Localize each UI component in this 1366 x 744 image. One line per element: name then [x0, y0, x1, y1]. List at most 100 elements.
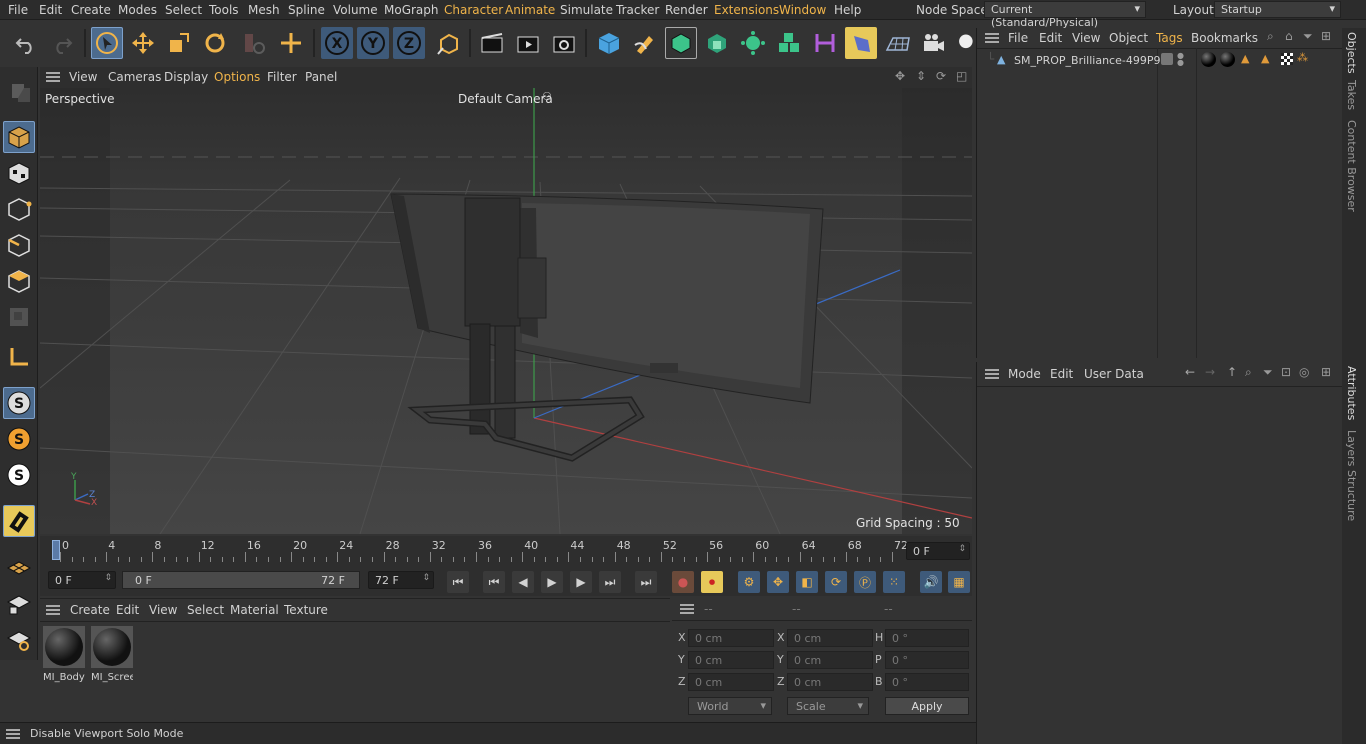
key-parameter-button[interactable]: Ⓟ [854, 571, 876, 593]
hamburger-icon[interactable] [680, 604, 694, 614]
menu-window[interactable]: Window [779, 3, 826, 17]
mograph-cloner-button[interactable] [737, 27, 769, 59]
vp-menu-options[interactable]: Options [214, 70, 260, 84]
node-space-dropdown[interactable]: Current (Standard/Physical) ▾ [984, 1, 1146, 29]
hamburger-icon[interactable] [985, 369, 999, 379]
attr-menu-edit[interactable]: Edit [1050, 367, 1073, 381]
vp-menu-filter[interactable]: Filter [267, 70, 297, 84]
size-x-field[interactable]: 0 cm [787, 629, 873, 647]
zoom-view-icon[interactable]: ⇕ [916, 69, 926, 83]
forward-arrow-icon[interactable]: → [1205, 365, 1215, 379]
size-y-field[interactable]: 0 cm [787, 651, 873, 669]
frame-field[interactable]: 0 F ⇕ [906, 542, 970, 560]
spinner-icon[interactable]: ⇕ [422, 573, 430, 583]
deformer-button[interactable] [809, 27, 841, 59]
obj-menu-view[interactable]: View [1072, 31, 1100, 45]
material-swatch[interactable]: MI_Body [43, 626, 85, 684]
workplane-button[interactable] [3, 341, 35, 373]
make-editable-button[interactable] [3, 75, 35, 107]
vp-menu-panel[interactable]: Panel [305, 70, 337, 84]
pen-button[interactable] [629, 27, 661, 59]
coordinate-system-button[interactable] [432, 27, 464, 59]
texture-mode-button[interactable] [3, 157, 35, 189]
hamburger-icon[interactable] [985, 33, 999, 43]
y-axis-lock-button[interactable]: Y [357, 27, 389, 59]
planar-workplane-button[interactable] [3, 623, 35, 655]
previous-key-button[interactable]: ⏮ [483, 571, 505, 593]
back-arrow-icon[interactable]: ← [1185, 365, 1195, 379]
z-axis-lock-button[interactable]: Z [393, 27, 425, 59]
next-key-button[interactable]: ⏭ [599, 571, 621, 593]
home-icon[interactable]: ⌂ [1285, 29, 1293, 43]
menu-simulate[interactable]: Simulate [560, 3, 613, 17]
filter-icon[interactable]: ⏷ [1303, 29, 1313, 44]
x-axis-lock-button[interactable]: X [321, 27, 353, 59]
menu-character[interactable]: Character [444, 3, 503, 17]
sound-button[interactable]: 🔊 [920, 571, 942, 593]
solo-single-button[interactable]: S [3, 423, 35, 455]
size-z-field[interactable]: 0 cm [787, 673, 873, 691]
coord-mode-dropdown[interactable]: World ▾ [688, 697, 772, 715]
solo-off-button[interactable]: S [3, 387, 35, 419]
visibility-dots-icon[interactable]: ● ● [1177, 52, 1184, 67]
obj-menu-object[interactable]: Object [1109, 31, 1148, 45]
menu-extensions[interactable]: Extensions [714, 3, 779, 17]
lock-icon[interactable]: ⊡ [1281, 365, 1291, 379]
material-swatch[interactable]: MI_Scree [91, 626, 133, 684]
hamburger-icon[interactable] [46, 72, 60, 82]
next-frame-button[interactable]: ▶ [570, 571, 592, 593]
model-mode-button[interactable] [3, 121, 35, 153]
edges-mode-button[interactable] [3, 229, 35, 261]
hamburger-icon[interactable] [46, 605, 60, 615]
obj-menu-file[interactable]: File [1008, 31, 1028, 45]
vp-menu-view[interactable]: View [69, 70, 97, 84]
mat-menu-view[interactable]: View [149, 603, 177, 617]
menu-volume[interactable]: Volume [333, 3, 378, 17]
transform-tool-button[interactable] [275, 27, 307, 59]
attr-menu-user-data[interactable]: User Data [1084, 367, 1144, 381]
frame-range-slider[interactable]: 0 F 72 F [122, 571, 360, 589]
mat-menu-edit[interactable]: Edit [116, 603, 139, 617]
menu-spline[interactable]: Spline [288, 3, 325, 17]
menu-tools[interactable]: Tools [209, 3, 239, 17]
key-position-button[interactable]: ✥ [767, 571, 789, 593]
spinner-icon[interactable]: ⇕ [104, 573, 112, 583]
new-panel-icon[interactable]: ⊞ [1321, 29, 1331, 43]
points-mode-button[interactable] [3, 193, 35, 225]
obj-menu-tags[interactable]: Tags [1156, 31, 1183, 45]
phong-tag-icon[interactable]: ▲ [1241, 52, 1249, 65]
rotate-tool-button[interactable] [199, 27, 231, 59]
object-row[interactable]: └ ▲ SM_PROP_Brilliance-499P9H ● ● ▲ ▲ ⁂ [979, 51, 1341, 70]
previous-frame-button[interactable]: ◀ [512, 571, 534, 593]
solo-hierarchy-button[interactable]: S [3, 459, 35, 491]
search-icon[interactable]: ⌕ [1267, 29, 1274, 44]
pos-z-field[interactable]: 0 cm [688, 673, 774, 691]
hamburger-icon[interactable] [6, 729, 20, 739]
select-tool-button[interactable] [91, 27, 123, 59]
spinner-icon[interactable]: ⇕ [958, 544, 966, 554]
tab-attributes[interactable]: Attributes [1345, 366, 1358, 420]
extrude-button[interactable] [701, 27, 733, 59]
pan-view-icon[interactable]: ✥ [895, 69, 905, 83]
vp-menu-display[interactable]: Display [164, 70, 208, 84]
end-frame-field[interactable]: 72 F ⇕ [368, 571, 434, 589]
uv-mode-button[interactable] [3, 301, 35, 333]
film-button[interactable]: ▦ [948, 571, 970, 593]
key-scale-button[interactable]: ◧ [796, 571, 818, 593]
floor-button[interactable] [882, 27, 914, 59]
timeline-ruler[interactable]: 0 4 8 12 16 20 24 28 32 36 40 44 48 52 56 60 64 68 72 0 F ⇕ [40, 536, 972, 566]
menu-select[interactable]: Select [165, 3, 202, 17]
polygons-mode-button[interactable] [3, 265, 35, 297]
layer-icon[interactable] [1161, 53, 1173, 65]
scale-tool-button[interactable] [163, 27, 195, 59]
undo-button[interactable] [10, 27, 42, 59]
apply-button[interactable]: Apply [885, 697, 969, 715]
vp-menu-cameras[interactable]: Cameras [108, 70, 161, 84]
workplane-grid-button[interactable] [3, 551, 35, 583]
go-to-end-button[interactable]: ⏭ [635, 571, 657, 593]
mat-menu-material[interactable]: Material [230, 603, 279, 617]
material-tag-icon[interactable] [1220, 52, 1235, 67]
render-to-picture-viewer-button[interactable] [512, 27, 544, 59]
keyframe-selection-button[interactable]: ⚙ [738, 571, 760, 593]
tab-takes[interactable]: Takes [1345, 80, 1358, 110]
